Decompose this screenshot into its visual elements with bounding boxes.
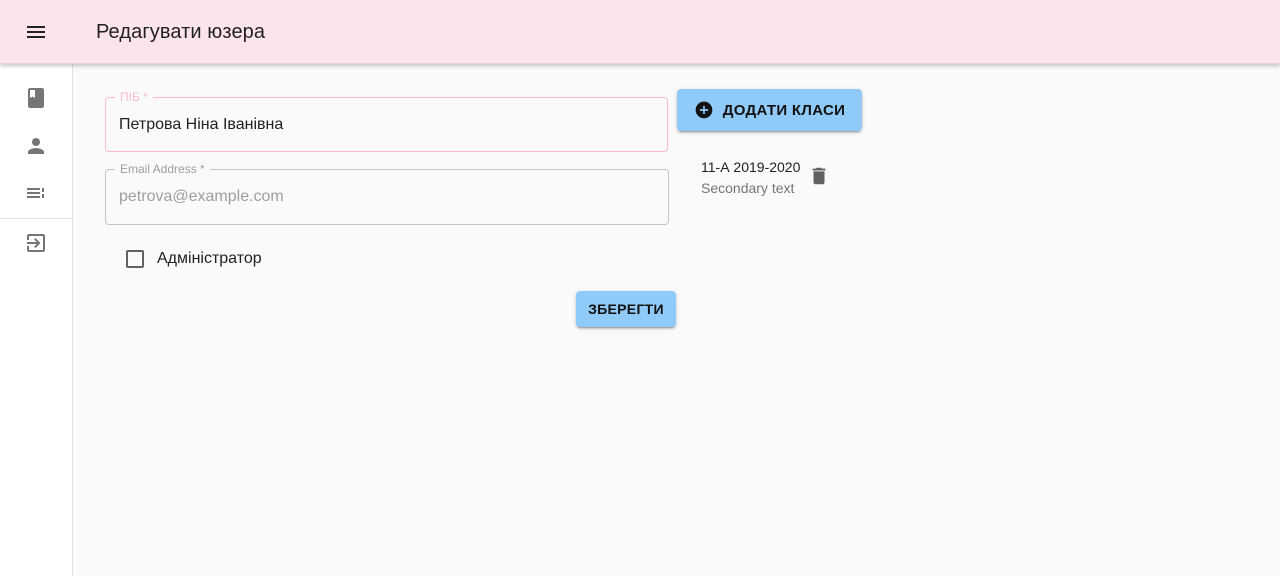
class-primary-text: 11-А 2019-2020 xyxy=(701,159,801,175)
page-title: Редагувати юзера xyxy=(96,21,266,43)
email-input[interactable] xyxy=(106,170,668,224)
name-input[interactable] xyxy=(106,98,667,151)
menu-icon xyxy=(27,26,45,38)
person-icon xyxy=(28,138,44,154)
list-icon xyxy=(27,188,44,198)
menu-button[interactable] xyxy=(16,12,56,52)
app-bar: Редагувати юзера xyxy=(0,0,1280,64)
add-classes-label: Додати класи xyxy=(722,101,846,119)
drawer-item-book[interactable] xyxy=(0,74,72,122)
email-field[interactable]: Email Address * xyxy=(105,162,669,225)
admin-checkbox[interactable]: Адміністратор xyxy=(126,250,262,268)
delete-icon xyxy=(812,167,826,185)
logout-icon xyxy=(27,234,45,252)
delete-class-button[interactable] xyxy=(806,163,832,189)
side-drawer xyxy=(0,64,73,576)
drawer-item-list[interactable] xyxy=(0,170,72,218)
class-secondary-text: Secondary text xyxy=(701,180,795,196)
checkbox-box[interactable] xyxy=(126,250,144,268)
admin-checkbox-label: Адміністратор xyxy=(157,250,262,267)
drawer-item-logout[interactable] xyxy=(0,219,72,267)
class-list-item: 11-А 2019-2020 Secondary text xyxy=(701,158,800,197)
name-field[interactable]: ПІБ * xyxy=(105,90,668,152)
book-icon xyxy=(28,88,44,108)
add-circle-icon xyxy=(695,101,713,119)
drawer-item-users[interactable] xyxy=(0,122,72,170)
save-button[interactable]: Зберегти xyxy=(576,291,676,327)
add-classes-button[interactable]: Додати класи xyxy=(677,89,862,131)
